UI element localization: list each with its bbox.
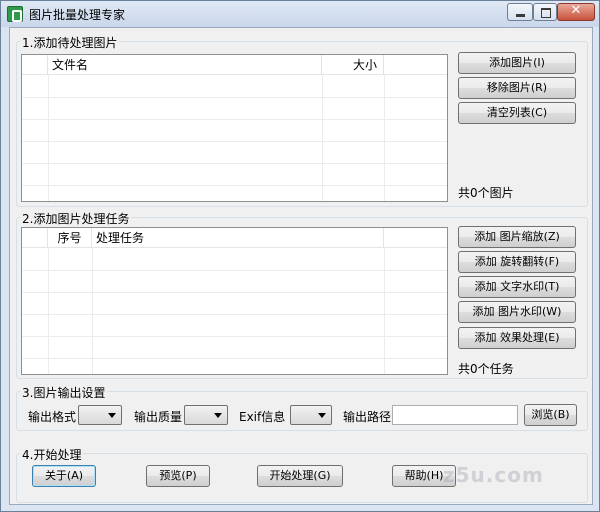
task-list-header: 序号 处理任务 bbox=[22, 228, 447, 248]
task-count: 共0个任务 bbox=[458, 362, 514, 376]
preview-button[interactable]: 预览(P) bbox=[146, 465, 210, 487]
grid-line bbox=[92, 248, 93, 374]
chevron-down-icon bbox=[214, 413, 222, 418]
grid-line bbox=[384, 248, 385, 374]
grid-line bbox=[22, 119, 447, 120]
close-button[interactable]: ✕ bbox=[557, 3, 595, 21]
grid-line bbox=[22, 270, 447, 271]
task-list-group-label: 2.添加图片处理任务 bbox=[20, 210, 132, 227]
add-image-watermark-button[interactable]: 添加 图片水印(W) bbox=[458, 301, 576, 323]
grid-line bbox=[22, 292, 447, 293]
grid-line bbox=[22, 314, 447, 315]
output-format-select[interactable] bbox=[78, 405, 122, 425]
grid-line bbox=[22, 97, 447, 98]
chevron-down-icon bbox=[318, 413, 326, 418]
chevron-down-icon bbox=[108, 413, 116, 418]
grid-line bbox=[22, 163, 447, 164]
output-settings-group-label: 3.图片输出设置 bbox=[20, 384, 108, 401]
add-text-watermark-button[interactable]: 添加 文字水印(T) bbox=[458, 276, 576, 298]
exif-select[interactable] bbox=[290, 405, 332, 425]
output-path-input[interactable] bbox=[392, 405, 518, 425]
site-watermark: z5u.com bbox=[443, 463, 544, 487]
column-header-task[interactable]: 处理任务 bbox=[92, 228, 384, 248]
output-quality-label: 输出质量 bbox=[134, 410, 183, 424]
grid-line bbox=[22, 358, 447, 359]
image-count: 共0个图片 bbox=[458, 186, 514, 200]
maximize-button[interactable] bbox=[533, 3, 557, 21]
image-list-header: 文件名 大小 bbox=[22, 55, 447, 75]
column-header-size[interactable]: 大小 bbox=[322, 55, 384, 75]
window-title: 图片批量处理专家 bbox=[29, 8, 126, 22]
grid-line bbox=[322, 75, 323, 201]
browse-button[interactable]: 浏览(B) bbox=[524, 404, 577, 426]
grid-line bbox=[22, 185, 447, 186]
app-icon bbox=[7, 6, 23, 22]
grid-line bbox=[22, 336, 447, 337]
output-format-label: 输出格式 bbox=[28, 410, 77, 424]
about-button[interactable]: 关于(A) bbox=[32, 465, 96, 487]
start-processing-button[interactable]: 开始处理(G) bbox=[257, 465, 343, 487]
application-window: 图片批量处理专家 ✕ 1.添加待处理图片 文件名 大小 添加图片(I) 移除图片… bbox=[0, 0, 600, 512]
close-icon: ✕ bbox=[570, 3, 582, 18]
grid-line bbox=[22, 141, 447, 142]
task-list[interactable]: 序号 处理任务 bbox=[21, 227, 448, 375]
clear-list-button[interactable]: 清空列表(C) bbox=[458, 102, 576, 124]
exif-label: Exif信息 bbox=[239, 410, 286, 424]
image-file-list[interactable]: 文件名 大小 bbox=[21, 54, 448, 202]
column-header-filename[interactable]: 文件名 bbox=[48, 55, 322, 75]
title-bar[interactable]: 图片批量处理专家 ✕ bbox=[1, 1, 599, 27]
output-quality-select[interactable] bbox=[184, 405, 228, 425]
minimize-button[interactable] bbox=[507, 3, 533, 21]
add-effect-task-button[interactable]: 添加 效果处理(E) bbox=[458, 327, 576, 349]
grid-line bbox=[384, 75, 385, 201]
task-list-header-blank bbox=[22, 228, 48, 248]
image-list-group-label: 1.添加待处理图片 bbox=[20, 34, 120, 51]
add-resize-task-button[interactable]: 添加 图片缩放(Z) bbox=[458, 226, 576, 248]
main-panel: 1.添加待处理图片 文件名 大小 添加图片(I) 移除图片(R) 清空列表(C)… bbox=[9, 27, 593, 505]
add-rotate-task-button[interactable]: 添加 旋转翻转(F) bbox=[458, 251, 576, 273]
image-list-header-blank bbox=[22, 55, 48, 75]
column-header-index[interactable]: 序号 bbox=[48, 228, 92, 248]
output-path-label: 输出路径 bbox=[343, 410, 392, 424]
remove-image-button[interactable]: 移除图片(R) bbox=[458, 77, 576, 99]
grid-line bbox=[48, 248, 49, 374]
start-processing-group-label: 4.开始处理 bbox=[20, 446, 84, 463]
add-image-button[interactable]: 添加图片(I) bbox=[458, 52, 576, 74]
grid-line bbox=[48, 75, 49, 201]
